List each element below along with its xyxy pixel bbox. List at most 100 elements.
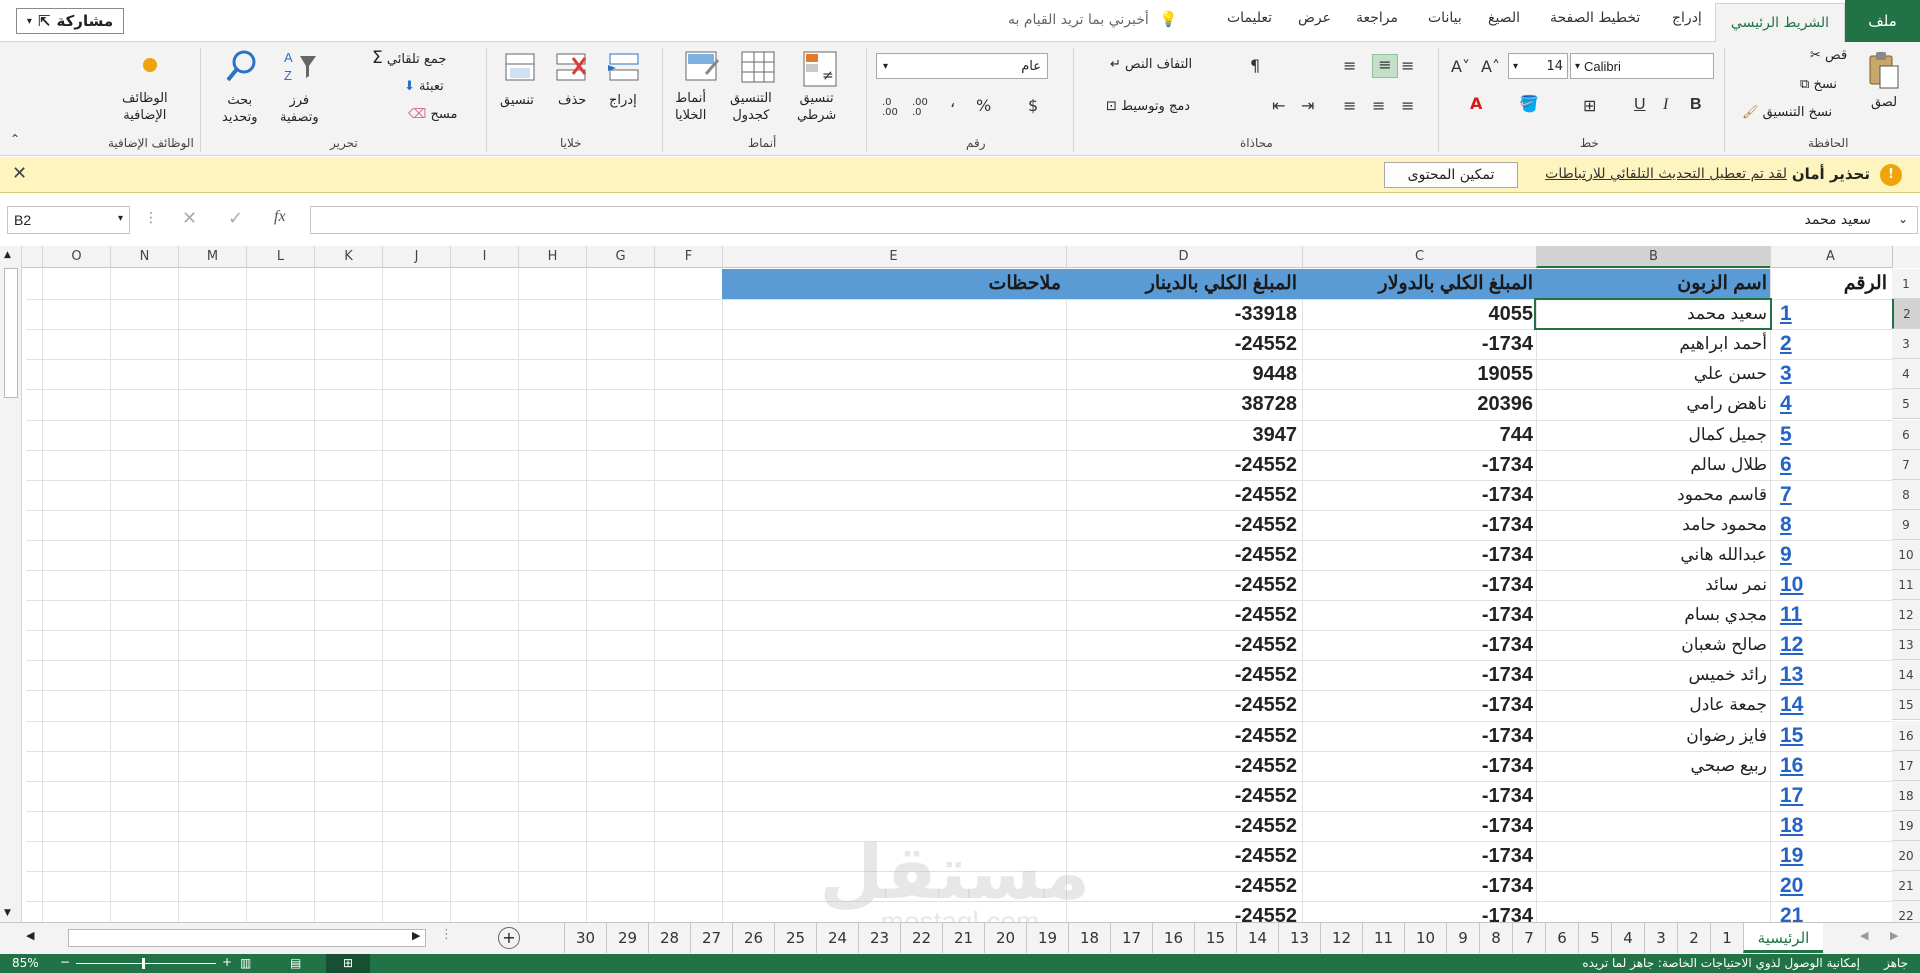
cell-customer-name[interactable] <box>1536 841 1770 871</box>
sheet-tab[interactable]: 19 <box>1026 923 1068 953</box>
cell-total-dinar[interactable]: -24552 <box>1066 811 1300 841</box>
row-header[interactable]: 18 <box>1892 780 1920 811</box>
sheet-tab[interactable]: 7 <box>1512 923 1545 953</box>
align-middle-icon[interactable]: ≡ <box>1372 54 1398 78</box>
cell-customer-name[interactable]: أحمد ابراهيم <box>1536 329 1770 359</box>
sheet-tab[interactable]: 16 <box>1152 923 1194 953</box>
align-left-icon[interactable]: ≡ <box>1343 96 1356 115</box>
font-size-combo[interactable]: ▾ 14 <box>1508 53 1568 79</box>
column-header[interactable]: O <box>42 246 110 268</box>
cell-total-usd[interactable]: 744 <box>1302 420 1536 450</box>
normal-view-icon[interactable]: ⊞ <box>326 954 370 973</box>
sheet-tab[interactable]: 15 <box>1194 923 1236 953</box>
row-header[interactable]: 22 <box>1892 901 1920 922</box>
insert-cells-icon[interactable] <box>606 50 642 86</box>
sheet-tab[interactable]: 11 <box>1362 923 1404 953</box>
cell-total-dinar[interactable]: -24552 <box>1066 901 1300 922</box>
cell-customer-name[interactable]: عبدالله هاني <box>1536 540 1770 570</box>
cell-total-dinar[interactable]: -24552 <box>1066 600 1300 630</box>
cell-total-usd[interactable]: -1734 <box>1302 329 1536 359</box>
column-header[interactable]: C <box>1302 246 1536 268</box>
cell-number-link[interactable]: 15 <box>1772 721 1890 751</box>
cell-total-usd[interactable]: -1734 <box>1302 690 1536 720</box>
text-direction-icon[interactable]: ¶ <box>1250 56 1260 75</box>
cell-number-link[interactable]: 3 <box>1772 359 1890 389</box>
cell-number-link[interactable]: 13 <box>1772 660 1890 690</box>
header-total-dinar[interactable]: المبلغ الكلي بالدينار <box>1066 269 1300 299</box>
currency-button[interactable]: $ <box>1028 96 1038 115</box>
sheet-tab[interactable]: 3 <box>1644 923 1677 953</box>
cell-customer-name[interactable]: جمعة عادل <box>1536 690 1770 720</box>
cell-total-usd[interactable]: -1734 <box>1302 660 1536 690</box>
comma-button[interactable]: ، <box>950 92 955 111</box>
row-header[interactable]: 5 <box>1892 389 1920 420</box>
scroll-down-icon[interactable]: ▼ <box>4 908 11 918</box>
tab-insert[interactable]: إدراج <box>1672 10 1702 32</box>
more-options-icon[interactable]: ⋮ <box>144 210 158 226</box>
cell-customer-name[interactable] <box>1536 901 1770 922</box>
header-notes[interactable]: ملاحظات <box>722 269 1064 299</box>
cell-total-dinar[interactable]: -24552 <box>1066 721 1300 751</box>
cell-customer-name[interactable]: قاسم محمود <box>1536 480 1770 510</box>
cell-total-usd[interactable]: -1734 <box>1302 751 1536 781</box>
cell-number-link[interactable]: 12 <box>1772 630 1890 660</box>
copy-button[interactable]: نسخ ⧉ <box>1800 76 1837 93</box>
cell-customer-name[interactable] <box>1536 811 1770 841</box>
cell-total-dinar[interactable]: -24552 <box>1066 751 1300 781</box>
column-header[interactable]: M <box>178 246 246 268</box>
sheet-tab[interactable]: 14 <box>1236 923 1278 953</box>
sheet-tab[interactable]: 28 <box>648 923 690 953</box>
cell-customer-name[interactable] <box>1536 871 1770 901</box>
cell-total-dinar[interactable]: -24552 <box>1066 841 1300 871</box>
sheet-tab[interactable]: 21 <box>942 923 984 953</box>
row-header[interactable]: 13 <box>1892 630 1920 661</box>
cell-number-link[interactable]: 18 <box>1772 811 1890 841</box>
sheet-tab[interactable]: 18 <box>1068 923 1110 953</box>
addins-icon[interactable] <box>143 58 157 72</box>
row-header[interactable]: 11 <box>1892 570 1920 601</box>
row-header[interactable]: 17 <box>1892 750 1920 781</box>
column-header[interactable]: K <box>314 246 382 268</box>
indent-decrease-icon[interactable]: ⇤ <box>1272 96 1285 115</box>
column-header[interactable]: I <box>450 246 518 268</box>
cell-total-usd[interactable]: -1734 <box>1302 450 1536 480</box>
select-all-corner[interactable] <box>1892 246 1920 268</box>
column-header[interactable]: L <box>246 246 314 268</box>
column-header[interactable]: B <box>1536 246 1770 268</box>
cell-customer-name[interactable]: جميل كمال <box>1536 420 1770 450</box>
row-header[interactable]: 10 <box>1892 539 1920 570</box>
row-header[interactable]: 20 <box>1892 840 1920 871</box>
fill-color-icon[interactable]: 🪣 <box>1519 94 1539 113</box>
zoom-slider-thumb[interactable] <box>142 958 145 969</box>
header-customer-name[interactable]: اسم الزبون <box>1536 269 1770 299</box>
underline-button[interactable]: U <box>1634 96 1646 114</box>
addins-button[interactable]: الوظائف الإضافية <box>122 90 168 124</box>
cell-total-usd[interactable]: 4055 <box>1302 299 1536 329</box>
sheet-tab[interactable]: 2 <box>1677 923 1710 953</box>
tab-formulas[interactable]: الصيغ <box>1488 10 1520 32</box>
row-header[interactable]: 4 <box>1892 359 1920 390</box>
sheet-tab[interactable]: 17 <box>1110 923 1152 953</box>
cell-number-link[interactable]: 14 <box>1772 690 1890 720</box>
row-header[interactable]: 8 <box>1892 479 1920 510</box>
cell-styles-button[interactable]: أنماط الخلايا <box>675 90 706 124</box>
cell-total-usd[interactable]: -1734 <box>1302 841 1536 871</box>
prev-sheet-icon[interactable]: ◀ <box>1860 929 1868 942</box>
name-box[interactable]: B2 ▾ <box>7 206 130 234</box>
align-center-icon[interactable]: ≡ <box>1372 96 1385 115</box>
page-layout-view-icon[interactable]: ▤ <box>290 956 301 970</box>
sheet-tab[interactable]: 25 <box>774 923 816 953</box>
security-message-link[interactable]: لقد تم تعطيل التحديث التلقائي للارتباطات <box>1545 166 1787 182</box>
cancel-icon[interactable]: ✕ <box>182 208 197 229</box>
cell-number-link[interactable]: 21 <box>1772 901 1890 922</box>
cell-total-dinar[interactable]: 9448 <box>1066 359 1300 389</box>
cell-total-usd[interactable]: -1734 <box>1302 811 1536 841</box>
page-break-view-icon[interactable]: ▥ <box>240 956 251 970</box>
sheet-tab[interactable]: 12 <box>1320 923 1362 953</box>
row-header[interactable]: 21 <box>1892 871 1920 902</box>
sort-filter-icon[interactable]: AZ <box>282 48 318 86</box>
cell-total-usd[interactable]: -1734 <box>1302 570 1536 600</box>
zoom-level[interactable]: 85% <box>12 956 39 970</box>
column-header[interactable]: F <box>654 246 722 268</box>
cell-total-dinar[interactable]: -24552 <box>1066 570 1300 600</box>
